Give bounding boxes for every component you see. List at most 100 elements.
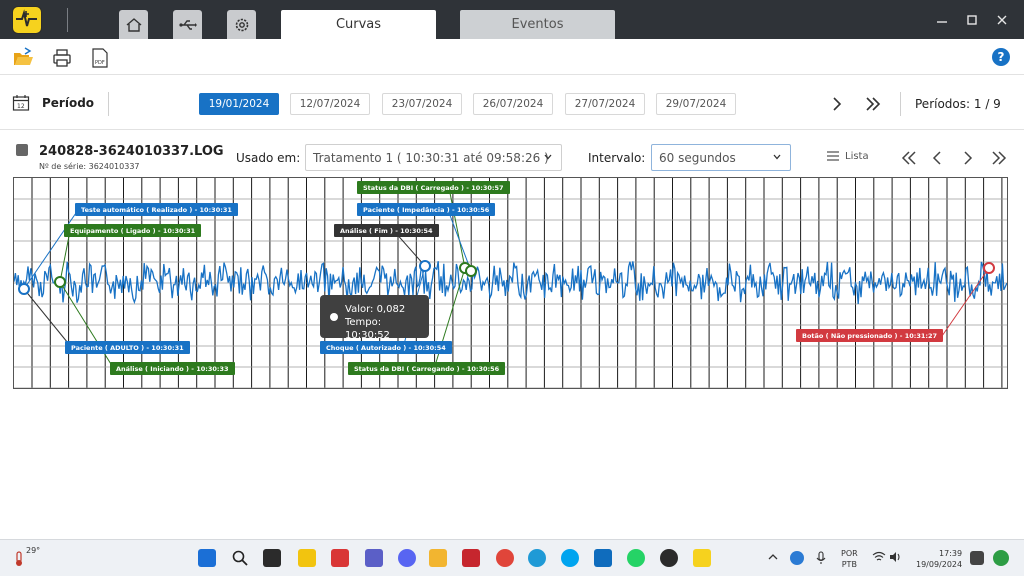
prev-page-icon[interactable] — [932, 151, 944, 165]
wifi-icon[interactable] — [872, 551, 886, 563]
title-separator — [67, 8, 68, 32]
skype-icon[interactable] — [561, 549, 579, 567]
file-color-swatch — [16, 144, 28, 156]
event-marker — [419, 260, 431, 272]
language-indicator[interactable]: POR PTB — [841, 548, 858, 570]
settings-button[interactable] — [227, 10, 256, 39]
event-marker — [54, 276, 66, 288]
maximize-button[interactable] — [964, 12, 980, 28]
notification-icon[interactable] — [970, 551, 984, 565]
task-view-icon[interactable] — [263, 549, 281, 567]
used-in-value: Tratamento 1 ( 10:30:31 até 09:58:26 ) — [313, 150, 549, 165]
file-header: 240828-3624010337.LOG Nº de série: 36240… — [0, 140, 1024, 178]
print-button[interactable] — [51, 47, 73, 69]
event-label[interactable]: Paciente ( Impedância ) - 10:30:56 — [357, 203, 496, 216]
periods-counter: Períodos: 1 / 9 — [915, 97, 1001, 111]
event-label[interactable]: Análise ( Fim ) - 10:30:54 — [334, 224, 439, 237]
minimize-icon — [937, 21, 947, 23]
gear-icon — [235, 18, 248, 31]
event-label[interactable]: Equipamento ( Ligado ) - 10:30:31 — [64, 224, 202, 237]
tooltip-time: Tempo: 10:30:52 — [345, 317, 390, 341]
file-name: 240828-3624010337.LOG — [39, 144, 224, 159]
chevron-up-icon[interactable] — [767, 551, 779, 563]
taskbar: 29° POR PTB 17:39 19/09/2024 — [0, 539, 1024, 576]
interval-select[interactable]: 60 segundos — [651, 144, 791, 171]
value-tooltip: Valor: 0,082 Tempo: 10:30:52 — [320, 295, 429, 341]
event-connector — [448, 187, 466, 269]
app-logo — [12, 6, 42, 34]
pdf-icon: PDF — [92, 48, 108, 68]
open-folder-icon — [14, 47, 33, 65]
calendar-icon: 12 — [12, 95, 30, 111]
used-in-label: Usado em: — [236, 151, 301, 165]
whatsapp-icon[interactable] — [627, 549, 645, 567]
open-folder-button[interactable] — [12, 47, 34, 69]
print-icon — [53, 49, 71, 67]
event-label[interactable]: Status da DBI ( Carregando ) - 10:30:56 — [348, 362, 506, 375]
next-period-icon[interactable] — [830, 96, 844, 112]
anydesk-icon[interactable] — [331, 549, 349, 567]
minimize-button[interactable] — [934, 12, 950, 28]
period-bar: 12 Período 19/01/2024 12/07/2024 23/07/2… — [0, 76, 1024, 130]
event-connector — [23, 288, 73, 349]
event-label[interactable]: Paciente ( ADULTO ) - 10:30:31 — [65, 341, 190, 354]
usb-icon — [178, 19, 197, 30]
close-button[interactable] — [994, 12, 1010, 28]
language-line2: PTB — [841, 560, 857, 569]
cloud-icon[interactable] — [790, 551, 804, 565]
windows-start-icon[interactable] — [198, 549, 216, 567]
list-button[interactable]: Lista — [826, 150, 869, 162]
volume-icon[interactable] — [889, 551, 903, 563]
event-marker — [465, 265, 477, 277]
help-icon[interactable]: ? — [992, 48, 1010, 66]
microphone-icon[interactable] — [815, 551, 827, 565]
active-app-icon[interactable] — [693, 549, 711, 567]
period-separator — [108, 92, 109, 116]
signal-trace — [14, 261, 1007, 305]
discord-icon[interactable] — [398, 549, 416, 567]
chrome-icon[interactable] — [496, 549, 514, 567]
clock[interactable]: 17:39 19/09/2024 — [916, 548, 962, 570]
period-label: Período — [42, 96, 95, 110]
period-date-3[interactable]: 23/07/2024 — [382, 93, 462, 115]
maximize-icon — [967, 15, 977, 25]
event-label[interactable]: Análise ( Iniciando ) - 10:30:33 — [110, 362, 235, 375]
last-page-icon[interactable] — [990, 151, 1008, 165]
title-bar: Curvas Eventos — [0, 0, 1024, 39]
list-icon — [827, 151, 839, 161]
period-date-4[interactable]: 26/07/2024 — [473, 93, 553, 115]
app-icon-1[interactable] — [298, 549, 316, 567]
usb-button[interactable] — [173, 10, 202, 39]
edge-icon[interactable] — [528, 549, 546, 567]
serial-number: Nº de série: 3624010337 — [39, 162, 140, 171]
period-date-5[interactable]: 27/07/2024 — [565, 93, 645, 115]
last-period-icon[interactable] — [864, 96, 882, 112]
tab-curvas[interactable]: Curvas — [281, 10, 436, 39]
event-label[interactable]: Teste automático ( Realizado ) - 10:30:3… — [75, 203, 238, 216]
news-widget-icon[interactable] — [993, 550, 1009, 566]
next-page-icon[interactable] — [962, 151, 974, 165]
toolbar: PDF ? — [0, 39, 1024, 75]
teams-icon[interactable] — [365, 549, 383, 567]
pdf-button[interactable]: PDF — [89, 47, 111, 69]
signal-chart[interactable]: Teste automático ( Realizado ) - 10:30:3… — [13, 177, 1008, 389]
event-label[interactable]: Choque ( Autorizado ) - 10:30:54 — [320, 341, 452, 354]
svg-text:PDF: PDF — [95, 60, 105, 66]
close-icon — [997, 15, 1007, 25]
weather-temp[interactable]: 29° — [26, 546, 40, 555]
search-icon[interactable] — [231, 549, 249, 567]
outlook-icon[interactable] — [594, 549, 612, 567]
clock-date: 19/09/2024 — [916, 560, 963, 569]
used-in-select[interactable]: Tratamento 1 ( 10:30:31 até 09:58:26 ) — [305, 144, 562, 171]
event-label[interactable]: Botão ( Não pressionado ) - 10:31:27 — [796, 329, 944, 342]
first-page-icon[interactable] — [900, 151, 918, 165]
file-explorer-icon[interactable] — [429, 549, 447, 567]
home-button[interactable] — [119, 10, 148, 39]
period-date-2[interactable]: 12/07/2024 — [290, 93, 370, 115]
period-date-1[interactable]: 19/01/2024 — [199, 93, 279, 115]
acrobat-icon[interactable] — [462, 549, 480, 567]
app-icon-2[interactable] — [660, 549, 678, 567]
tab-eventos[interactable]: Eventos — [460, 10, 615, 39]
period-date-6[interactable]: 29/07/2024 — [656, 93, 736, 115]
event-label[interactable]: Status da DBI ( Carregado ) - 10:30:57 — [357, 181, 510, 194]
